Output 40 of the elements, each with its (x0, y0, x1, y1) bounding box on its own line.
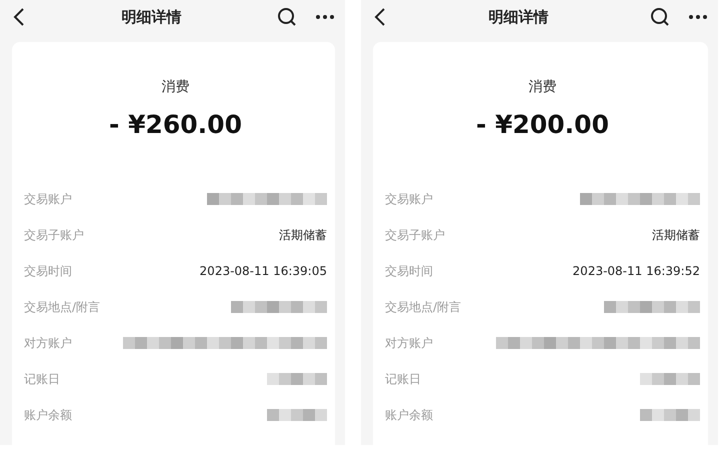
field-label: 交易账户 (24, 190, 72, 208)
search-icon (650, 7, 670, 27)
back-icon (373, 7, 387, 27)
field-label: 交易地点/附言 (24, 298, 100, 316)
field-value: 2023-08-11 16:39:52 (572, 264, 700, 278)
search-button[interactable] (277, 7, 297, 27)
field-label: 交易账户 (385, 190, 433, 208)
field-label: 对方账户 (24, 334, 72, 352)
transaction-type: 消费 (160, 78, 190, 96)
field-label: 交易子账户 (24, 226, 84, 244)
redacted-value (640, 409, 700, 421)
back-icon (12, 7, 26, 27)
field-label: 账户余额 (385, 406, 433, 424)
redacted-value (640, 373, 700, 385)
more-icon (315, 14, 335, 20)
more-icon (688, 14, 708, 20)
field-value: 活期储蓄 (279, 226, 327, 244)
transaction-type: 消费 (528, 78, 558, 96)
transaction-amount: - ¥260.00 (108, 110, 243, 139)
field-label: 交易时间 (24, 262, 72, 280)
redacted-value (267, 373, 327, 385)
back-button[interactable] (373, 7, 387, 27)
more-button[interactable] (315, 14, 335, 20)
field-label: 账户余额 (24, 406, 72, 424)
back-button[interactable] (12, 7, 26, 27)
redacted-value (267, 409, 327, 421)
field-value: 活期储蓄 (652, 226, 700, 244)
more-button[interactable] (688, 14, 708, 20)
field-label: 对方账户 (385, 334, 433, 352)
transaction-amount: - ¥200.00 (475, 110, 610, 139)
field-label: 交易地点/附言 (385, 298, 462, 316)
field-label: 记账日 (385, 370, 421, 388)
field-label: 交易时间 (385, 262, 433, 280)
field-label: 交易子账户 (385, 226, 445, 244)
field-label: 记账日 (24, 370, 60, 388)
page-title: 明细详情 (488, 8, 550, 26)
search-icon (277, 7, 297, 27)
field-value: 2023-08-11 16:39:05 (200, 264, 327, 278)
page-title: 明细详情 (120, 8, 182, 26)
search-button[interactable] (650, 7, 670, 27)
